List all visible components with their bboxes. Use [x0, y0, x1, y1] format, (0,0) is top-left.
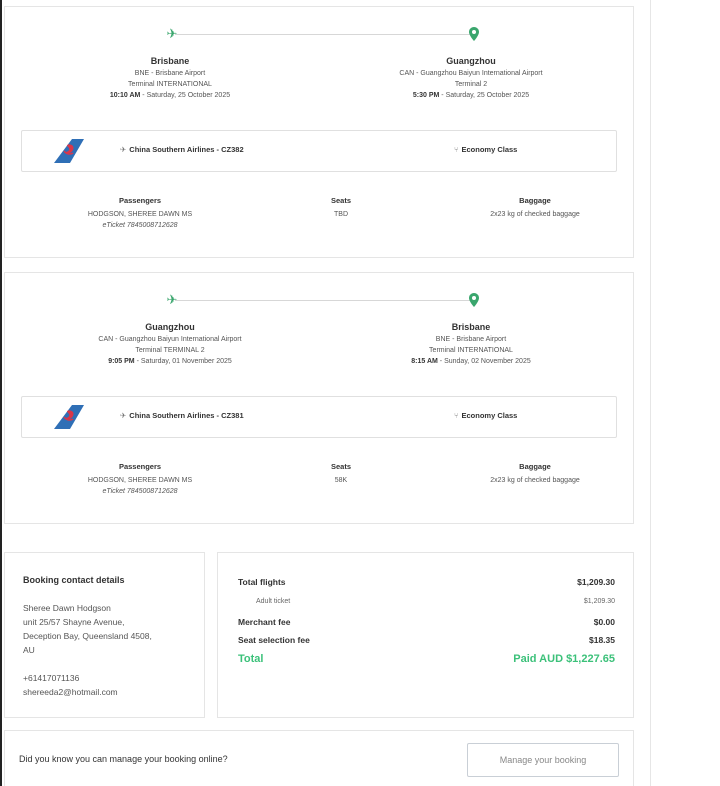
arrival-datetime: 5:30 PM - Saturday, 25 October 2025: [351, 90, 591, 101]
contact-address: Sheree Dawn Hodgson unit 25/57 Shayne Av…: [23, 601, 193, 657]
contact-address-line3: AU: [23, 645, 35, 655]
departure-terminal: Terminal INTERNATIONAL: [128, 81, 212, 88]
seats-heading: Seats: [330, 462, 351, 471]
price-summary-card: Total flights $1,209.30 Adult ticket $1,…: [217, 552, 634, 718]
arrival-time: 8:15 AM: [411, 358, 438, 365]
route-divider: [175, 300, 475, 301]
adult-ticket-label: Adult ticket: [256, 598, 291, 605]
baggage-value: 2x23 kg of checked baggage: [490, 477, 580, 484]
airline-box: ✈ China Southern Airlines - CZ382 ⑂ Econom…: [21, 130, 617, 172]
airline-name: ✈ China Southern Airlines - CZ381: [120, 411, 244, 420]
eticket-number: eTicket 7845008712628: [102, 222, 178, 229]
seat-fee-value: $18.35: [589, 635, 615, 645]
arrival-datetime: 8:15 AM - Sunday, 02 November 2025: [351, 356, 591, 367]
route-divider: [175, 34, 475, 35]
flight-card-return: ✈ Guangzhou CAN - Guangzhou Baiyun Inter…: [4, 272, 634, 524]
arrival-info: Brisbane BNE - Brisbane Airport Terminal…: [351, 321, 591, 367]
merchant-fee-label: Merchant fee: [238, 617, 291, 627]
passenger-name: HODGSON, SHEREE DAWN MS: [87, 477, 193, 484]
airline-flight-number: China Southern Airlines - CZ381: [129, 411, 244, 420]
contact-phone-email: +61417071136 shereeda2@hotmail.com: [23, 671, 118, 699]
airline-flight-number: China Southern Airlines - CZ382: [129, 145, 244, 154]
departure-airport: BNE - Brisbane Airport: [134, 70, 206, 77]
passengers-heading: Passengers: [118, 196, 162, 205]
departure-city: Brisbane: [150, 56, 190, 66]
arrival-airport: BNE - Brisbane Airport: [435, 336, 507, 343]
contact-address-line2: Deception Bay, Queensland 4508,: [23, 631, 152, 641]
contact-phone: +61417071136: [23, 673, 80, 683]
flight-card-outbound: ✈ Brisbane BNE - Brisbane Airport Termin…: [4, 6, 634, 258]
seats-column: Seats 58K: [301, 461, 381, 486]
location-pin-icon: [469, 293, 481, 307]
total-flights-value: $1,209.30: [577, 577, 615, 587]
seats-column: Seats TBD: [301, 195, 381, 220]
route-line: ✈: [65, 293, 585, 307]
arrival-terminal: Terminal INTERNATIONAL: [429, 347, 513, 354]
airline-name: ✈ China Southern Airlines - CZ382: [120, 145, 244, 154]
location-pin-icon: [469, 27, 481, 41]
cabin-class: ⑂ Economy Class: [454, 411, 517, 420]
plane-icon: ✈: [120, 411, 127, 420]
arrival-time: 5:30 PM: [412, 92, 440, 99]
departure-time: 9:05 PM: [108, 358, 135, 365]
arrival-info: Guangzhou CAN - Guangzhou Baiyun Interna…: [351, 55, 591, 101]
manage-question: Did you know you can manage your booking…: [19, 754, 228, 764]
departure-info: Brisbane BNE - Brisbane Airport Terminal…: [50, 55, 290, 101]
contact-email: shereeda2@hotmail.com: [23, 687, 118, 697]
seat-value: TBD: [334, 211, 348, 218]
total-flights-label: Total flights: [238, 577, 286, 587]
departure-date: - Saturday, 01 November 2025: [134, 358, 232, 365]
contact-title: Booking contact details: [23, 575, 125, 585]
manage-booking-card: Did you know you can manage your booking…: [4, 730, 634, 786]
baggage-heading: Baggage: [519, 462, 551, 471]
arrival-date: - Saturday, 25 October 2025: [439, 92, 530, 99]
departure-datetime: 10:10 AM - Saturday, 25 October 2025: [50, 90, 290, 101]
departure-terminal: Terminal TERMINAL 2: [135, 347, 205, 354]
cabin-label: Economy Class: [461, 411, 518, 420]
cabin-class: ⑂ Economy Class: [454, 145, 517, 154]
arrival-date: - Sunday, 02 November 2025: [437, 358, 531, 365]
arrival-terminal: Terminal 2: [454, 81, 488, 88]
seat-icon: ⑂: [454, 411, 459, 420]
eticket-number: eTicket 7845008712628: [102, 488, 178, 495]
total-value: Paid AUD $1,227.65: [513, 653, 615, 665]
manage-booking-button[interactable]: Manage your booking: [467, 743, 619, 777]
cabin-label: Economy Class: [461, 145, 518, 154]
departure-date: - Saturday, 25 October 2025: [140, 92, 231, 99]
contact-address-line1: unit 25/57 Shayne Avenue,: [23, 617, 125, 627]
contact-name: Sheree Dawn Hodgson: [23, 603, 111, 613]
passenger-name: HODGSON, SHEREE DAWN MS: [87, 211, 193, 218]
booking-contact-card: Booking contact details Sheree Dawn Hodg…: [4, 552, 205, 718]
baggage-value: 2x23 kg of checked baggage: [490, 211, 580, 218]
adult-ticket-value: $1,209.30: [583, 598, 615, 605]
seat-value: 58K: [334, 477, 348, 484]
route-line: ✈: [65, 27, 585, 41]
arrival-city: Guangzhou: [446, 56, 496, 66]
departure-airport: CAN - Guangzhou Baiyun International Air…: [98, 336, 242, 343]
arrival-city: Brisbane: [451, 322, 491, 332]
departure-time: 10:10 AM: [109, 92, 141, 99]
merchant-fee-value: $0.00: [593, 617, 615, 627]
plane-icon: ✈: [120, 145, 127, 154]
divider: [650, 0, 651, 786]
total-label: Total: [238, 653, 264, 665]
seat-icon: ⑂: [454, 145, 459, 154]
passengers-heading: Passengers: [118, 462, 162, 471]
plane-icon: ✈: [166, 26, 178, 41]
arrival-airport: CAN - Guangzhou Baiyun International Air…: [399, 70, 543, 77]
passengers-column: Passengers HODGSON, SHEREE DAWN MS eTick…: [65, 461, 215, 497]
departure-info: Guangzhou CAN - Guangzhou Baiyun Interna…: [50, 321, 290, 367]
airline-logo: [50, 403, 86, 431]
departure-datetime: 9:05 PM - Saturday, 01 November 2025: [50, 356, 290, 367]
seats-heading: Seats: [330, 196, 351, 205]
baggage-column: Baggage 2x23 kg of checked baggage: [445, 461, 625, 486]
airline-logo: [50, 137, 86, 165]
seat-fee-label: Seat selection fee: [238, 635, 310, 645]
passengers-column: Passengers HODGSON, SHEREE DAWN MS eTick…: [65, 195, 215, 231]
baggage-column: Baggage 2x23 kg of checked baggage: [445, 195, 625, 220]
airline-box: ✈ China Southern Airlines - CZ381 ⑂ Econom…: [21, 396, 617, 438]
plane-icon: ✈: [166, 292, 178, 307]
departure-city: Guangzhou: [145, 322, 195, 332]
baggage-heading: Baggage: [519, 196, 551, 205]
